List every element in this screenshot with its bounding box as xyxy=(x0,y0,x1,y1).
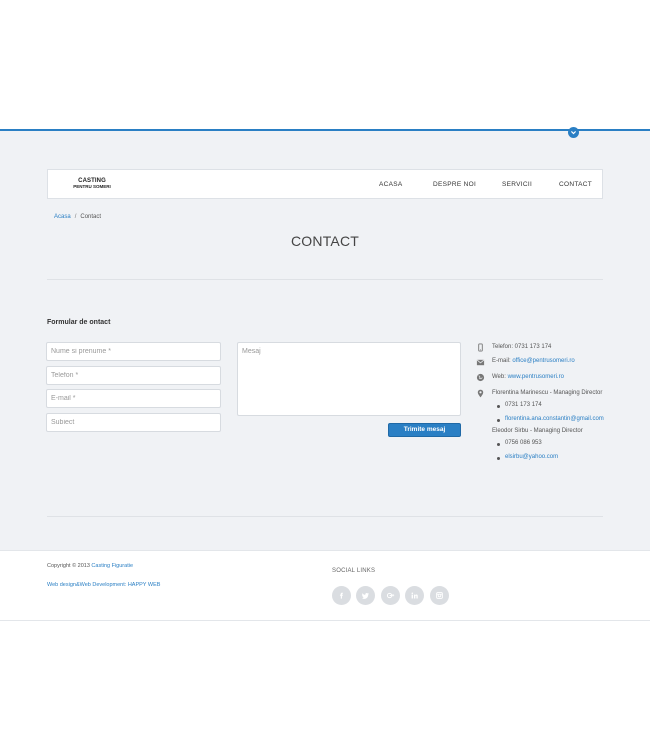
name-input[interactable] xyxy=(46,342,221,361)
divider-top xyxy=(47,279,603,280)
email-input[interactable] xyxy=(46,389,221,408)
copyright-prefix: Copyright © 2013 xyxy=(47,563,92,569)
contact-person2: Eleodor Sirbu - Managing Director xyxy=(492,428,583,434)
contact-person1-email: florentina.ana.constantin@gmail.com xyxy=(505,416,604,422)
nav-item-despre-noi[interactable]: DESPRE NOI xyxy=(433,181,476,188)
contact-web: Web: www.pentrusomeri.ro xyxy=(492,374,564,380)
credit-link[interactable]: Web design&Web Development: HAPPY WEB xyxy=(47,582,160,588)
copyright-text: Copyright © 2013 Casting Figuratie xyxy=(47,563,133,569)
contact-email: E-mail: office@pentrusomeri.ro xyxy=(492,358,575,364)
footer-top-border xyxy=(0,550,650,551)
envelope-icon xyxy=(476,359,485,366)
footer-bottom-border xyxy=(0,620,650,621)
breadcrumb-home-link[interactable]: Acasa xyxy=(54,214,71,220)
nav-item-servicii[interactable]: SERVICII xyxy=(502,181,532,188)
list-bullet xyxy=(497,457,500,460)
contact-person1-email-link[interactable]: florentina.ana.constantin@gmail.com xyxy=(505,416,604,422)
copyright-link[interactable]: Casting Figuratie xyxy=(91,563,133,569)
breadcrumb: Acasa / Contact xyxy=(54,214,101,220)
breadcrumb-separator: / xyxy=(74,214,77,220)
list-bullet xyxy=(497,405,500,408)
contact-person1-phone: 0731 173 174 xyxy=(505,402,542,408)
contact-phone: Telefon: 0731 173 174 xyxy=(492,344,552,350)
page-title: CONTACT xyxy=(290,233,360,249)
mobile-phone-icon xyxy=(478,343,483,352)
list-bullet xyxy=(497,443,500,446)
google-plus-icon[interactable] xyxy=(381,586,400,605)
list-bullet xyxy=(497,419,500,422)
facebook-icon[interactable] xyxy=(332,586,351,605)
linkedin-icon[interactable] xyxy=(405,586,424,605)
contact-email-label: E-mail: xyxy=(492,358,513,364)
phone-input[interactable] xyxy=(46,366,221,385)
send-message-button[interactable]: Trimite mesaj xyxy=(388,423,461,437)
logo-line2: PENTRU SOMERI xyxy=(73,184,111,189)
contact-person2-email-link[interactable]: elsirbu@yahoo.com xyxy=(505,454,558,460)
chevron-down-icon[interactable] xyxy=(568,127,579,138)
form-heading: Formular de ontact xyxy=(47,319,111,326)
credit-text: Web design&Web Development: HAPPY WEB xyxy=(47,582,160,588)
globe-icon xyxy=(476,373,485,382)
top-blank-area xyxy=(0,0,650,129)
contact-email-link[interactable]: office@pentrusomeri.ro xyxy=(512,358,574,364)
contact-person1: Florentina Marinescu - Managing Director xyxy=(492,390,603,396)
contact-person2-phone: 0756 086 953 xyxy=(505,440,542,446)
site-logo[interactable]: CASTING PENTRU SOMERI xyxy=(72,178,112,190)
contact-web-label: Web: xyxy=(492,374,508,380)
twitter-icon[interactable] xyxy=(356,586,375,605)
contact-web-link[interactable]: www.pentrusomeri.ro xyxy=(508,374,564,380)
navbar: CASTING PENTRU SOMERI ACASA DESPRE NOI S… xyxy=(47,169,603,199)
breadcrumb-current: Contact xyxy=(80,214,102,220)
subject-input[interactable] xyxy=(46,413,221,432)
nav-item-contact[interactable]: CONTACT xyxy=(559,181,592,188)
contact-person2-email: elsirbu@yahoo.com xyxy=(505,454,558,460)
map-marker-icon xyxy=(477,389,484,398)
instagram-icon[interactable] xyxy=(430,586,449,605)
divider-bottom xyxy=(47,516,603,517)
nav-item-acasa[interactable]: ACASA xyxy=(379,181,403,188)
social-links-title: SOCIAL LINKS xyxy=(332,568,376,574)
message-textarea[interactable] xyxy=(237,342,461,416)
